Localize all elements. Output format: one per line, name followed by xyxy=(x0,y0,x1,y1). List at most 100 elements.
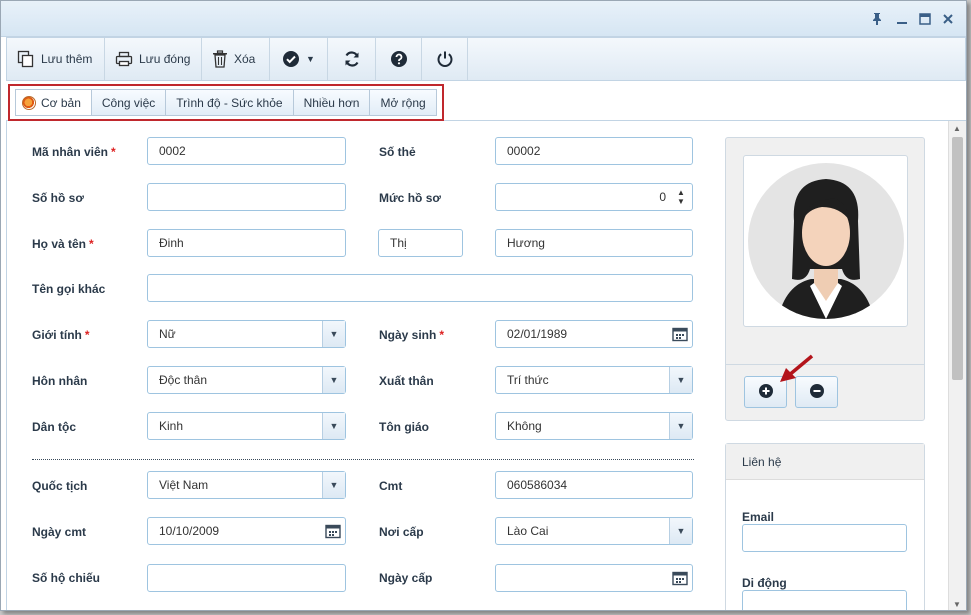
help-button[interactable] xyxy=(376,38,422,80)
tab-label: Nhiều hơn xyxy=(303,95,360,110)
delete-button[interactable]: Xóa xyxy=(202,38,270,80)
approve-dropdown-button[interactable]: ▼ xyxy=(270,38,328,80)
chevron-down-icon[interactable]: ▼ xyxy=(669,518,692,544)
file-no-input[interactable] xyxy=(147,183,346,211)
tab-basic[interactable]: Cơ bản xyxy=(15,89,92,116)
pin-icon[interactable] xyxy=(867,9,887,29)
active-radio-icon xyxy=(22,95,36,110)
calendar-icon[interactable] xyxy=(669,322,691,346)
save-close-label: Lưu đóng xyxy=(139,52,191,66)
background-select[interactable]: Trí thức ▼ xyxy=(495,366,693,394)
check-circle-icon xyxy=(282,50,300,68)
exit-button[interactable] xyxy=(422,38,468,80)
photo-panel xyxy=(725,137,925,421)
email-label: Email xyxy=(742,510,775,524)
tab-label: Mở rộng xyxy=(380,95,426,110)
tab-more[interactable]: Nhiều hơn xyxy=(293,89,371,116)
other-name-input[interactable] xyxy=(147,274,693,302)
annotation-arrow-icon xyxy=(776,354,816,389)
chevron-down-icon[interactable]: ▼ xyxy=(669,367,692,393)
nationality-select[interactable]: Việt Nam ▼ xyxy=(147,471,346,499)
id-place-label: Nơi cấp xyxy=(379,525,424,539)
plus-circle-icon xyxy=(758,383,774,402)
chevron-down-icon[interactable]: ▼ xyxy=(322,367,345,393)
gender-label: Giới tính * xyxy=(32,328,90,342)
save-close-button[interactable]: Lưu đóng xyxy=(105,38,202,80)
religion-select[interactable]: Không ▼ xyxy=(495,412,693,440)
caret-down-icon: ▼ xyxy=(306,54,315,64)
id-place-select[interactable]: Lào Cai ▼ xyxy=(495,517,693,545)
nationality-label: Quốc tịch xyxy=(32,479,88,493)
file-level-stepper[interactable]: 0 ▲ ▼ xyxy=(495,183,693,211)
marital-label: Hôn nhân xyxy=(32,374,88,388)
first-name-input[interactable]: Hương xyxy=(495,229,693,257)
birthdate-label: Ngày sinh * xyxy=(379,328,445,342)
refresh-icon xyxy=(343,50,361,68)
mobile-label: Di động xyxy=(742,576,787,590)
passport-input[interactable] xyxy=(147,564,346,592)
section-divider xyxy=(32,459,694,460)
last-name-input[interactable]: Đinh xyxy=(147,229,346,257)
tab-education-health[interactable]: Trình độ - Sức khỏe xyxy=(166,89,294,116)
form-content: Mã nhân viên * 0002 Số thẻ 00002 Số hồ sơ… xyxy=(6,121,948,610)
id-label: Cmt xyxy=(379,479,403,493)
marital-select[interactable]: Độc thân ▼ xyxy=(147,366,346,394)
file-level-label: Mức hồ sơ xyxy=(379,191,441,205)
vertical-scrollbar[interactable]: ▲ ▼ xyxy=(948,121,966,610)
employee-code-input[interactable]: 0002 xyxy=(147,137,346,165)
id-date-input[interactable]: 10/10/2009 xyxy=(147,517,346,545)
chevron-down-icon[interactable]: ▼ xyxy=(322,321,345,347)
passport-label: Số hộ chiếu xyxy=(32,571,101,585)
scroll-down-icon[interactable]: ▼ xyxy=(953,600,961,609)
email-input[interactable] xyxy=(742,524,907,552)
copy-icon xyxy=(17,50,35,68)
ethnicity-select[interactable]: Kinh ▼ xyxy=(147,412,346,440)
close-icon[interactable] xyxy=(938,9,958,29)
minimize-icon[interactable] xyxy=(892,9,912,29)
scroll-up-icon[interactable]: ▲ xyxy=(953,124,961,133)
ethnicity-label: Dân tộc xyxy=(32,420,77,434)
tab-label: Cơ bản xyxy=(41,95,81,110)
trash-icon xyxy=(212,50,228,68)
scrollbar-thumb[interactable] xyxy=(952,137,963,380)
religion-label: Tôn giáo xyxy=(379,420,429,434)
chevron-down-icon[interactable]: ▼ xyxy=(322,413,345,439)
id-input[interactable]: 060586034 xyxy=(495,471,693,499)
birthdate-input[interactable]: 02/01/1989 xyxy=(495,320,693,348)
tab-strip: Cơ bản Công việc Trình độ - Sức khỏe Nhi… xyxy=(6,83,966,121)
stepper-arrows-icon[interactable]: ▲ ▼ xyxy=(670,184,692,210)
gender-select[interactable]: Nữ ▼ xyxy=(147,320,346,348)
maximize-icon[interactable] xyxy=(915,9,935,29)
issue-date-input[interactable] xyxy=(495,564,693,592)
employee-form-window: Lưu thêm Lưu đóng Xóa ▼ Cơ bản Công việc… xyxy=(0,0,967,611)
issue-date-label: Ngày cấp xyxy=(379,571,433,585)
tab-work[interactable]: Công việc xyxy=(91,89,167,116)
fullname-label: Họ và tên * xyxy=(32,237,94,251)
tabs-highlight-box: Cơ bản Công việc Trình độ - Sức khỏe Nhi… xyxy=(8,84,444,121)
save-add-label: Lưu thêm xyxy=(41,52,93,66)
power-icon xyxy=(436,50,454,68)
contact-header: Liên hệ xyxy=(726,444,924,480)
calendar-icon[interactable] xyxy=(322,519,344,543)
mobile-input[interactable] xyxy=(742,590,907,610)
chevron-down-icon[interactable]: ▼ xyxy=(669,413,692,439)
printer-icon xyxy=(115,50,133,68)
refresh-button[interactable] xyxy=(328,38,376,80)
file-no-label: Số hồ sơ xyxy=(32,191,84,205)
delete-label: Xóa xyxy=(234,52,256,66)
id-date-label: Ngày cmt xyxy=(32,525,87,539)
tab-label: Trình độ - Sức khỏe xyxy=(176,95,283,110)
card-no-input[interactable]: 00002 xyxy=(495,137,693,165)
avatar xyxy=(743,155,908,327)
middle-name-input[interactable]: Thị xyxy=(378,229,463,257)
help-icon xyxy=(390,50,408,68)
chevron-down-icon[interactable]: ▼ xyxy=(322,472,345,498)
background-label: Xuất thân xyxy=(379,374,434,388)
toolbar: Lưu thêm Lưu đóng Xóa ▼ xyxy=(6,37,966,81)
save-add-button[interactable]: Lưu thêm xyxy=(7,38,105,80)
title-bar xyxy=(1,1,966,37)
calendar-icon[interactable] xyxy=(669,566,691,590)
tab-extended[interactable]: Mở rộng xyxy=(370,89,437,116)
card-no-label: Số thẻ xyxy=(379,145,416,159)
employee-code-label: Mã nhân viên * xyxy=(32,145,116,159)
